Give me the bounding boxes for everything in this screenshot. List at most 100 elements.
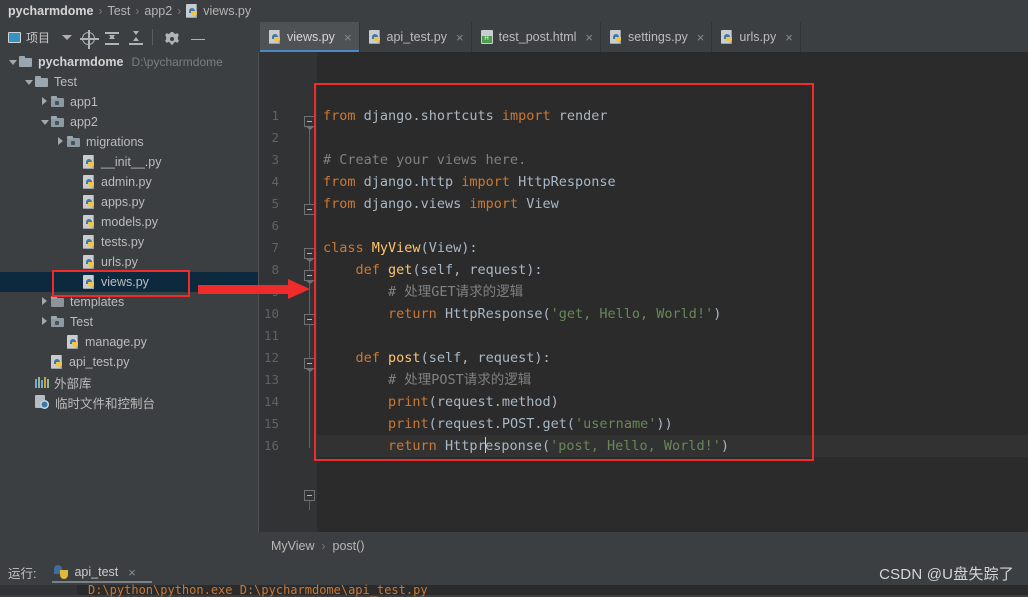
tree-toggle[interactable] [6, 52, 19, 72]
code-line[interactable]: from django.views import View [323, 193, 559, 215]
breadcrumb-item-app2[interactable]: app2 [144, 4, 172, 18]
fold-marker-icon[interactable] [304, 358, 315, 372]
code-line[interactable]: # 处理POST请求的逻辑 [323, 369, 531, 391]
chevron-down-icon[interactable] [62, 34, 73, 40]
code-line[interactable]: from django.shortcuts import render [323, 105, 608, 127]
tab-test-post-html[interactable]: H test_post.html × [472, 22, 602, 52]
chevron-right-icon[interactable] [58, 137, 63, 145]
fold-marker-icon[interactable] [304, 490, 315, 501]
tree-item-adminpy[interactable]: admin.py [0, 172, 258, 192]
tab-urls-py[interactable]: urls.py × [712, 22, 801, 52]
tab-close-icon[interactable]: × [344, 31, 352, 44]
code-text[interactable]: from django.shortcuts import render # Cre… [317, 52, 1028, 532]
editor-breadcrumb-method[interactable]: post() [333, 539, 365, 553]
tree-item-__init__py[interactable]: __init__.py [0, 152, 258, 172]
tree-item-item16[interactable]: 外部库 [0, 372, 258, 392]
tree-item-viewspy[interactable]: views.py [0, 272, 258, 292]
folder-icon [19, 56, 33, 68]
text-caret [484, 437, 487, 453]
fold-marker-icon[interactable] [304, 204, 315, 215]
select-opened-file-icon[interactable] [80, 30, 100, 49]
hide-panel-icon[interactable] [191, 32, 206, 46]
tree-item-testspy[interactable]: tests.py [0, 232, 258, 252]
tree-item-test[interactable]: Test [0, 72, 258, 92]
fold-marker-icon[interactable] [304, 116, 315, 130]
tree-toggle[interactable] [38, 112, 51, 132]
tab-views-py[interactable]: views.py × [260, 22, 360, 52]
code-editor[interactable]: 1 2 3 4 5 6 7 8 9 10 11 12 13 14 15 16 from django.shor… [259, 52, 1028, 532]
tree-item-label: 临时文件和控制台 [55, 396, 156, 411]
project-icon [8, 31, 21, 43]
code-line[interactable]: def post(self, request): [323, 347, 551, 369]
code-line[interactable]: def get(self, request): [323, 259, 543, 281]
run-label: 运行: [8, 566, 37, 581]
settings-gear-icon[interactable] [165, 32, 179, 46]
tree-item-test[interactable]: Test [0, 312, 258, 332]
tree-item-label: migrations [86, 135, 144, 149]
breadcrumb-item-test[interactable]: Test [107, 4, 130, 18]
tree-item-appspy[interactable]: apps.py [0, 192, 258, 212]
tree-item-item17[interactable]: 临时文件和控制台 [0, 392, 258, 412]
tree-item-migrations[interactable]: migrations [0, 132, 258, 152]
code-line[interactable]: class MyView(View): [323, 237, 477, 259]
plain-folder-icon [51, 296, 65, 308]
run-tab-api-test[interactable]: api_test × [48, 559, 153, 585]
chevron-right-icon[interactable] [42, 297, 47, 305]
project-tree[interactable]: pycharmdome D:\pycharmdome Test app1 app2 mig… [0, 52, 258, 559]
code-folding-column[interactable] [303, 52, 317, 532]
tree-item-pycharmdome[interactable]: pycharmdome D:\pycharmdome [0, 52, 258, 72]
tree-item-path: D:\pycharmdome [131, 55, 223, 69]
code-line[interactable]: # Create your views here. [323, 149, 526, 171]
chevron-right-icon[interactable] [42, 97, 47, 105]
tab-settings-py[interactable]: settings.py × [601, 22, 713, 52]
fold-marker-icon[interactable] [304, 314, 315, 325]
editor-breadcrumb-class[interactable]: MyView [271, 539, 315, 553]
breadcrumb-item-project[interactable]: pycharmdome [8, 4, 93, 18]
python-file-icon [721, 30, 734, 44]
editor-gutter[interactable]: 1 2 3 4 5 6 7 8 9 10 11 12 13 14 15 16 [259, 52, 317, 532]
code-line[interactable]: from django.http import HttpResponse [323, 171, 616, 193]
tree-item-label: manage.py [85, 335, 147, 349]
line-number: 15 [263, 416, 279, 431]
tree-item-modelspy[interactable]: models.py [0, 212, 258, 232]
breadcrumb-separator-icon: › [177, 4, 182, 18]
module-folder-icon [51, 116, 65, 128]
tree-item-app2[interactable]: app2 [0, 112, 258, 132]
tab-close-icon[interactable]: × [585, 31, 593, 44]
tree-item-app1[interactable]: app1 [0, 92, 258, 112]
tab-close-icon[interactable]: × [697, 31, 705, 44]
project-panel-title[interactable]: 项目 [8, 29, 50, 46]
tree-item-templates[interactable]: templates [0, 292, 258, 312]
run-console[interactable]: D:\python\python.exe D:\pycharmdome\api_… [0, 583, 1028, 597]
code-line[interactable]: print(request.method) [323, 391, 559, 413]
fold-marker-icon[interactable] [304, 248, 315, 262]
tree-toggle[interactable] [38, 312, 51, 332]
code-line[interactable]: print(request.POST.get('username')) [323, 413, 673, 435]
code-line[interactable]: return HttpResponse('get, Hello, World!'… [323, 303, 721, 325]
breadcrumb-item-file[interactable]: views.py [186, 4, 251, 18]
fold-marker-icon[interactable] [304, 270, 315, 284]
chevron-down-icon[interactable] [40, 120, 49, 125]
code-line[interactable]: return Httpresponse('post, Hello, World!… [323, 435, 729, 457]
tree-item-api_testpy[interactable]: api_test.py [0, 352, 258, 372]
python-file-icon [83, 195, 96, 209]
tree-item-managepy[interactable]: manage.py [0, 332, 258, 352]
tree-toggle[interactable] [38, 292, 51, 312]
tab-api-test-py[interactable]: api_test.py × [360, 22, 472, 52]
code-line[interactable]: # 处理GET请求的逻辑 [323, 281, 523, 303]
tree-toggle[interactable] [54, 132, 67, 152]
chevron-right-icon[interactable] [42, 317, 47, 325]
tree-toggle[interactable] [38, 92, 51, 112]
line-number: 11 [263, 328, 279, 343]
run-tab-close-icon[interactable]: × [128, 565, 136, 580]
chevron-down-icon[interactable] [24, 80, 33, 85]
tab-close-icon[interactable]: × [785, 31, 793, 44]
tab-close-icon[interactable]: × [456, 31, 464, 44]
tree-item-urlspy[interactable]: urls.py [0, 252, 258, 272]
chevron-down-icon[interactable] [8, 60, 17, 65]
expand-all-icon[interactable] [129, 30, 144, 46]
collapse-all-icon[interactable] [105, 30, 120, 46]
tree-toggle[interactable] [22, 72, 35, 92]
line-number: 13 [263, 372, 279, 387]
module-folder-icon [67, 136, 81, 148]
